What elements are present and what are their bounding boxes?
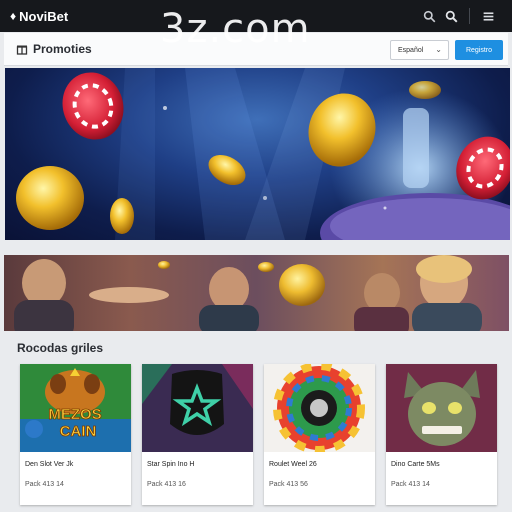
game-name: Dino Carte 5Ms [391, 461, 440, 468]
svg-text:CAIN: CAIN [60, 423, 97, 440]
top-divider [469, 8, 470, 24]
game-thumbnail [142, 364, 253, 452]
game-meta: Pack 413 56 [269, 481, 308, 488]
players-artwork [14, 255, 482, 331]
gift-icon [16, 43, 28, 55]
zoom-icon[interactable] [441, 6, 461, 26]
brand-logo[interactable]: ♦ NoviBet [10, 9, 68, 24]
top-icons [419, 0, 512, 32]
game-thumbnail [386, 364, 497, 452]
game-name: Roulet Weel 26 [269, 461, 317, 468]
page-title: Promoties [33, 42, 92, 56]
game-name: Den Slot Ver Jk [25, 461, 74, 468]
game-card-title: MEZOS [48, 406, 101, 423]
game-meta: Pack 413 16 [147, 481, 186, 488]
top-navigation-bar: ♦ NoviBet [0, 0, 512, 32]
game-meta: Pack 413 14 [391, 481, 430, 488]
brand-diamond-icon: ♦ [10, 9, 17, 23]
hero-artwork [16, 68, 510, 240]
section-title: Rocodas griles [17, 341, 104, 355]
game-thumbnail: MEZOS CAIN [20, 364, 131, 452]
promotions-bar: Promoties Español ⌄ Registro [4, 33, 508, 66]
menu-icon[interactable] [478, 6, 498, 26]
hero-banner-players[interactable] [4, 255, 509, 331]
game-name: Star Spin Ino H [147, 461, 195, 468]
register-button[interactable]: Registro [455, 40, 503, 60]
hero-banner-casino[interactable] [5, 68, 510, 240]
search-icon[interactable] [419, 6, 439, 26]
language-select-value: Español [398, 46, 424, 54]
game-card[interactable]: MEZOS CAIN Den Slot Ver Jk Pack 413 14 [20, 364, 131, 505]
game-card[interactable]: Roulet Weel 26 Pack 413 56 [264, 364, 375, 505]
game-card[interactable]: Star Spin Ino H Pack 413 16 [142, 364, 253, 505]
game-card[interactable]: Dino Carte 5Ms Pack 413 14 [386, 364, 497, 505]
language-select[interactable]: Español ⌄ [390, 40, 449, 60]
game-thumbnail [264, 364, 375, 452]
chevron-down-icon: ⌄ [435, 45, 442, 54]
brand-name: NoviBet [19, 8, 69, 24]
game-meta: Pack 413 14 [25, 481, 64, 488]
